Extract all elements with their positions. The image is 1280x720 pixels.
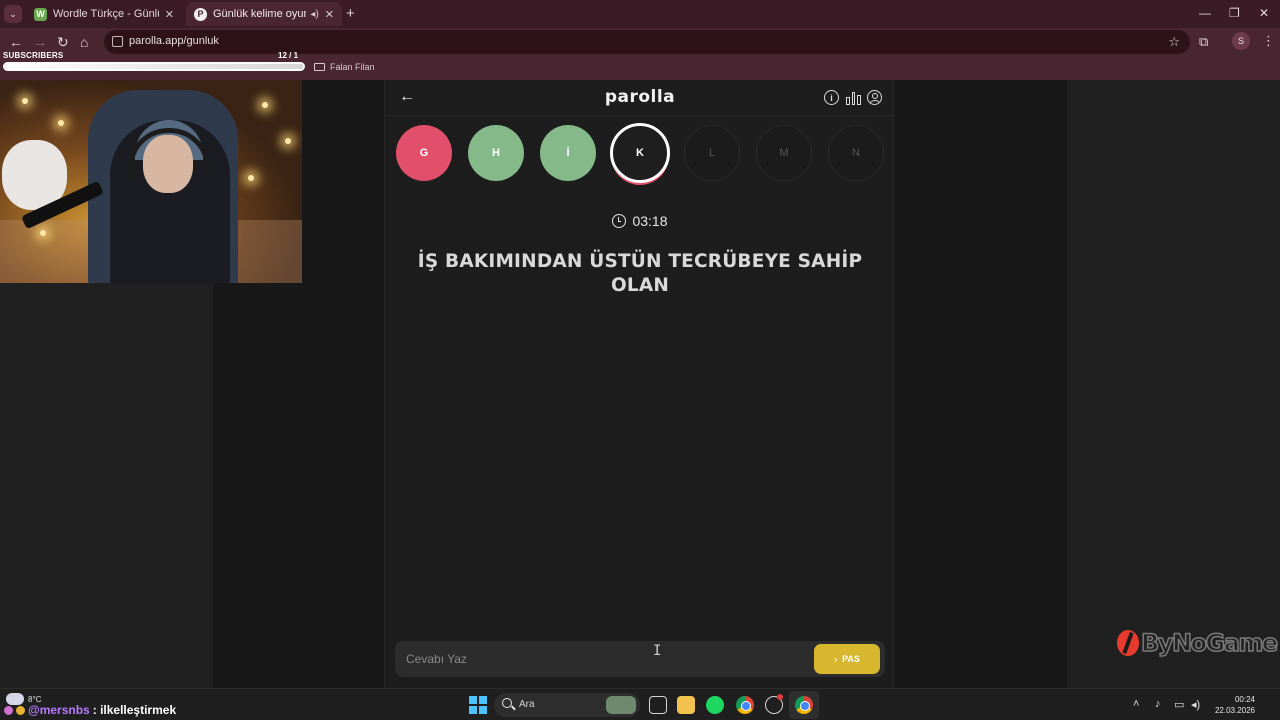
- tray-chevron-up-icon[interactable]: ˄: [1133, 698, 1139, 710]
- answer-input[interactable]: [395, 641, 805, 677]
- subscribers-label: SUBSCRIBERS: [3, 51, 64, 60]
- clock-time: 00:24: [1234, 695, 1255, 704]
- profile-avatar[interactable]: S: [1232, 32, 1250, 50]
- reload-icon[interactable]: ↻: [57, 34, 69, 51]
- microphone-icon[interactable]: ♪: [1155, 698, 1161, 710]
- taskbar-search[interactable]: Ara: [494, 693, 640, 717]
- subscribers-progress-fill: [5, 64, 303, 69]
- webcam-light: [58, 120, 64, 126]
- badge-icon: [16, 705, 25, 715]
- question-text: İŞ BAKIMINDAN ÜSTÜN TECRÜBEYE SAHİP OLAN: [417, 251, 863, 296]
- info-icon[interactable]: i: [824, 90, 839, 105]
- new-tab-button[interactable]: +: [346, 5, 355, 22]
- answer-bar: › PAS: [395, 641, 885, 677]
- search-label: Ara: [519, 699, 535, 710]
- webcam-overlay: [0, 80, 302, 283]
- letter-circle-current: K: [610, 123, 670, 183]
- pass-button[interactable]: › PAS: [814, 644, 880, 674]
- pass-button-label: PAS: [842, 654, 860, 664]
- timer-value: 03:18: [632, 213, 668, 229]
- letter-circle: N: [828, 125, 884, 181]
- extensions-icon[interactable]: ⧉: [1199, 34, 1208, 50]
- clock-date: 22.03.2026: [1214, 706, 1255, 715]
- restore-icon[interactable]: ❐: [1229, 6, 1240, 20]
- bynogame-mark-icon: [1117, 630, 1139, 656]
- parolla-favicon-icon: P: [194, 7, 207, 21]
- stats-icon[interactable]: [846, 90, 862, 105]
- system-clock[interactable]: 00:24 22.03.2026: [1207, 694, 1255, 716]
- user-icon[interactable]: [867, 90, 882, 105]
- webcam-light: [285, 138, 291, 144]
- bookmark-star-icon[interactable]: ☆: [1168, 34, 1180, 50]
- letter-circle: İ: [540, 125, 596, 181]
- subscribers-count: 12 / 1: [278, 51, 299, 60]
- webcam-light: [22, 98, 28, 104]
- minimize-icon[interactable]: —: [1199, 6, 1211, 20]
- back-icon[interactable]: ←: [9, 34, 23, 50]
- chevron-right-icon: ›: [834, 654, 838, 664]
- letter-row: G H İ K L M N: [385, 123, 895, 187]
- folder-icon: [314, 63, 325, 71]
- wordle-favicon-icon: W: [34, 7, 47, 21]
- chat-message: @mersnbs : ilkelleştirmek: [4, 703, 176, 717]
- site-info-icon[interactable]: [112, 36, 123, 47]
- chat-text: : ilkelleştirmek: [92, 703, 177, 717]
- windows-start-icon[interactable]: [469, 696, 487, 714]
- notification-dot: [777, 694, 783, 700]
- timer: 03:18: [385, 213, 895, 229]
- task-view-icon[interactable]: [649, 696, 667, 714]
- tab-title: Wordle Türkçe - Günlük Kelime: [53, 8, 159, 20]
- letter-circle: L: [684, 125, 740, 181]
- game-header: ← parolla i: [385, 80, 895, 116]
- webcam-light: [40, 230, 46, 236]
- window-close-icon[interactable]: ✕: [1259, 6, 1269, 20]
- speaker-icon[interactable]: ◂): [310, 9, 318, 20]
- webcam-light: [262, 102, 268, 108]
- logo: parolla: [604, 87, 676, 107]
- forward-icon[interactable]: →: [33, 34, 47, 50]
- chat-username: @mersnbs: [28, 703, 90, 717]
- letter-circle: M: [756, 125, 812, 181]
- webcam-light: [248, 175, 254, 181]
- letter-circle: H: [468, 125, 524, 181]
- bookmark-folder[interactable]: Falan Filan: [314, 62, 375, 72]
- address-bar[interactable]: parolla.app/gunluk ☆: [104, 30, 1190, 54]
- browser-tab-bar: ⌄ W Wordle Türkçe - Günlük Kelime ✕ P Gü…: [0, 0, 1280, 28]
- tab-search-button[interactable]: ⌄: [4, 5, 22, 23]
- taskbar: 8°C @mersnbs : ilkelleştirmek Ara ˄ ♪ ▭ …: [0, 688, 1280, 720]
- search-highlight-icon: [606, 696, 636, 714]
- volume-icon[interactable]: ◂): [1191, 698, 1200, 711]
- url-text: parolla.app/gunluk: [129, 35, 219, 47]
- browser-toolbar: ← → ↻ ⌂ parolla.app/gunluk ☆ ⧉ S ⋮: [0, 28, 1280, 56]
- letter-circle: G: [396, 125, 452, 181]
- menu-icon[interactable]: ⋮: [1262, 33, 1275, 49]
- tab-parolla[interactable]: P Günlük kelime oyunu - parolla ◂) ✕: [186, 2, 342, 26]
- chrome-active-icon[interactable]: [795, 696, 813, 714]
- close-icon[interactable]: ✕: [325, 8, 334, 21]
- sponsor-logo: ByNoGame: [1117, 628, 1279, 658]
- badge-icon: [4, 705, 13, 715]
- network-icon[interactable]: ▭: [1174, 698, 1184, 711]
- game-panel: ← parolla i G H İ K L M N 03:18 İŞ BAKIM…: [384, 80, 895, 688]
- clock-icon: [612, 214, 627, 228]
- close-icon[interactable]: ✕: [165, 8, 174, 21]
- search-icon: [502, 698, 512, 708]
- tab-wordle[interactable]: W Wordle Türkçe - Günlük Kelime ✕: [26, 2, 182, 26]
- bookmark-folder-label: Falan Filan: [330, 62, 375, 72]
- chrome-icon[interactable]: [736, 696, 754, 714]
- subscribers-progress-bar: [3, 62, 305, 71]
- home-icon[interactable]: ⌂: [80, 34, 88, 50]
- spotify-icon[interactable]: [706, 696, 724, 714]
- tab-title: Günlük kelime oyunu - parolla: [213, 8, 306, 20]
- text-cursor-icon: I: [653, 643, 662, 659]
- sponsor-name: ByNoGame: [1140, 628, 1279, 658]
- file-explorer-icon[interactable]: [677, 696, 695, 714]
